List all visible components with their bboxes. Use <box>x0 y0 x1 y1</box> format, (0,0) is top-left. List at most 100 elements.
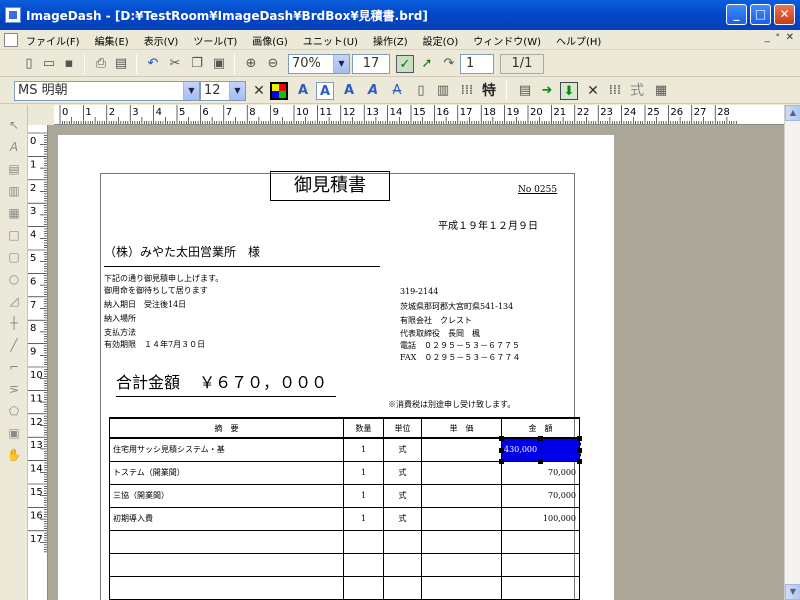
polyline-icon[interactable]: ⌐ <box>6 359 22 375</box>
grid-dots-icon[interactable]: ⁞⁞⁞ <box>458 82 476 100</box>
undo-icon[interactable]: ↶ <box>144 55 162 73</box>
menu-settings[interactable]: 設定(O) <box>423 33 459 48</box>
new-icon[interactable]: ▯ <box>20 55 38 73</box>
cell-description[interactable]: 初期導入費 <box>109 506 344 531</box>
chevron-down-icon[interactable]: ▼ <box>229 82 245 100</box>
mdi-minimize-button[interactable]: _ <box>765 32 770 43</box>
cell-amount[interactable]: 70,000 <box>501 483 580 508</box>
page-number-field[interactable]: 1 <box>460 54 494 74</box>
cell-unit[interactable]: 式 <box>383 437 422 462</box>
polygon-icon[interactable]: ⬠ <box>6 403 22 419</box>
app-icon[interactable] <box>5 7 21 23</box>
cell-description[interactable] <box>109 552 344 577</box>
close-button[interactable]: ✕ <box>774 4 795 25</box>
cell-amount[interactable] <box>501 575 580 600</box>
save-icon[interactable]: ▪ <box>60 55 78 73</box>
formula-button[interactable]: 式 <box>628 82 646 100</box>
table-tool-icon[interactable]: ▥ <box>6 183 22 199</box>
menu-tools[interactable]: ツール(T) <box>193 33 237 48</box>
open-icon[interactable]: ▭ <box>40 55 58 73</box>
cut-icon[interactable]: ✂ <box>166 55 184 73</box>
cell-quantity[interactable] <box>343 529 384 554</box>
select-arrow-icon[interactable]: ➚ <box>418 55 436 73</box>
minimize-button[interactable]: _ <box>726 4 747 25</box>
mdi-restore-button[interactable]: ᐤ <box>776 32 780 43</box>
cell-unit-price[interactable] <box>421 437 502 462</box>
color-palette-icon[interactable] <box>270 82 288 100</box>
move-right-icon[interactable]: ➜ <box>538 82 556 100</box>
cell-quantity[interactable]: 1 <box>343 437 384 462</box>
cell-description[interactable]: トステム（開業間） <box>109 460 344 485</box>
align-columns-icon[interactable]: ▥ <box>434 82 452 100</box>
cell-amount[interactable]: 70,000 <box>501 460 580 485</box>
chevron-down-icon[interactable]: ▼ <box>333 55 349 73</box>
resize-handle[interactable] <box>499 436 504 441</box>
pointer-icon[interactable]: ↖ <box>6 117 22 133</box>
cell-unit-price[interactable] <box>421 460 502 485</box>
cell-unit[interactable]: 式 <box>383 460 422 485</box>
clear-format-icon[interactable]: ✕ <box>250 82 268 100</box>
zoom-out-icon[interactable]: ⊖ <box>264 55 282 73</box>
grid-snap-icon[interactable]: ✓ <box>396 55 414 73</box>
chevron-down-icon[interactable]: ▼ <box>183 82 199 100</box>
scroll-up-arrow[interactable]: ▲ <box>785 105 800 121</box>
cell-description[interactable]: 三協（開業間） <box>109 483 344 508</box>
copy-icon[interactable]: ❐ <box>188 55 206 73</box>
font-size-select[interactable]: 12 ▼ <box>200 81 246 101</box>
move-down-icon[interactable]: ⬇ <box>560 82 578 100</box>
text-strike-icon[interactable]: A <box>388 82 406 100</box>
zoom-in-icon[interactable]: ⊕ <box>242 55 260 73</box>
font-name-select[interactable]: MS 明朝 ▼ <box>14 81 200 101</box>
cell-amount-selected[interactable]: 430,000 <box>499 436 582 464</box>
resize-handle[interactable] <box>538 458 543 464</box>
text-italic-icon[interactable]: A <box>364 82 382 100</box>
resize-handle[interactable] <box>577 458 582 464</box>
text-bold-icon[interactable]: A <box>316 82 334 100</box>
image-icon[interactable]: ▣ <box>6 425 22 441</box>
list-tool-icon[interactable]: ▤ <box>6 161 22 177</box>
grid-icon[interactable]: ⁞⁞⁞ <box>606 82 624 100</box>
text-outline-icon[interactable]: A <box>340 82 358 100</box>
grid-tool-icon[interactable]: ▦ <box>6 205 22 221</box>
menu-unit[interactable]: ユニット(U) <box>303 33 358 48</box>
menu-operation[interactable]: 操作(Z) <box>373 33 408 48</box>
cell-unit-price[interactable] <box>421 529 502 554</box>
print-preview-icon[interactable]: ▤ <box>112 55 130 73</box>
mdi-close-button[interactable]: ✕ <box>786 32 794 43</box>
maximize-button[interactable]: □ <box>750 4 771 25</box>
table-icon[interactable]: ▤ <box>516 82 534 100</box>
cell-amount[interactable]: 100,000 <box>501 506 580 531</box>
rectangle-icon[interactable]: □ <box>6 227 22 243</box>
grid-size-field[interactable]: 17 <box>352 54 390 74</box>
vertical-scrollbar[interactable]: ▲ ▼ <box>784 105 800 600</box>
cell-unit-price[interactable] <box>421 552 502 577</box>
sheet-icon[interactable]: ▦ <box>652 82 670 100</box>
cell-quantity[interactable] <box>343 575 384 600</box>
menu-view[interactable]: 表示(V) <box>144 33 179 48</box>
cell-quantity[interactable]: 1 <box>343 460 384 485</box>
paste-icon[interactable]: ▣ <box>210 55 228 73</box>
line-icon[interactable]: ╱ <box>6 337 22 353</box>
cell-quantity[interactable]: 1 <box>343 483 384 508</box>
cell-quantity[interactable] <box>343 552 384 577</box>
text-tool-icon[interactable]: A <box>6 139 22 155</box>
text-style-a-icon[interactable]: A <box>294 82 312 100</box>
zoom-select[interactable]: 70% ▼ <box>288 54 350 74</box>
resize-handle[interactable] <box>499 458 504 464</box>
redo-icon[interactable]: ↷ <box>440 55 458 73</box>
cell-unit[interactable] <box>383 552 422 577</box>
cell-unit-price[interactable] <box>421 483 502 508</box>
resize-handle[interactable] <box>538 436 543 441</box>
cell-unit[interactable]: 式 <box>383 506 422 531</box>
cell-unit[interactable] <box>383 529 422 554</box>
cell-description[interactable] <box>109 529 344 554</box>
cell-unit-price[interactable] <box>421 575 502 600</box>
document-icon[interactable] <box>4 33 18 47</box>
cell-unit[interactable]: 式 <box>383 483 422 508</box>
align-vertical-icon[interactable]: ▯ <box>412 82 430 100</box>
resize-handle[interactable] <box>577 448 582 453</box>
menu-edit[interactable]: 編集(E) <box>95 33 129 48</box>
resize-handle[interactable] <box>499 448 504 453</box>
menu-image[interactable]: 画像(G) <box>252 33 288 48</box>
rounded-rect-icon[interactable]: ▢ <box>6 249 22 265</box>
